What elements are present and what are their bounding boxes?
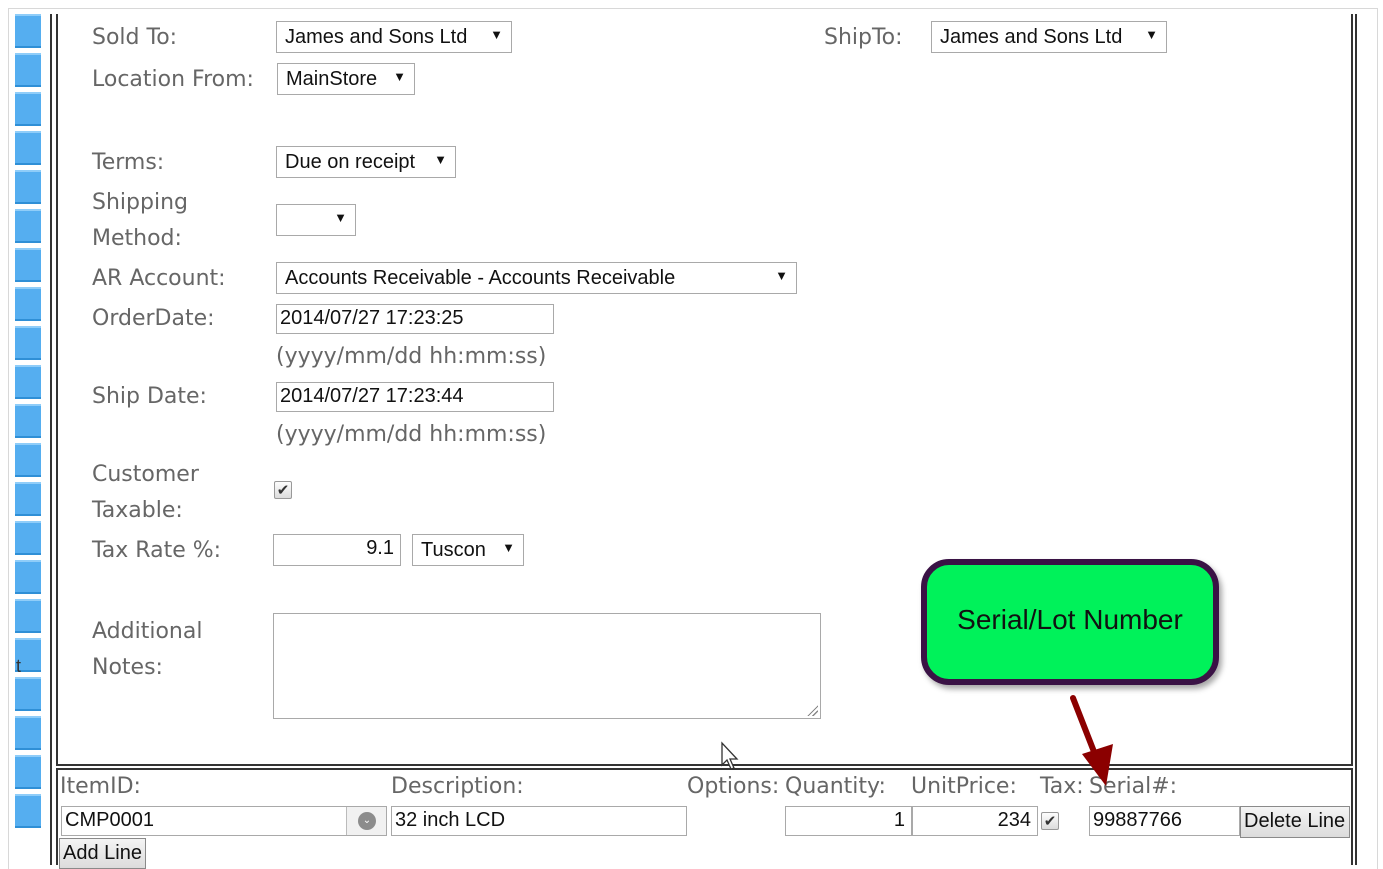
ship-date-format-hint: (yyyy/mm/dd hh:mm:ss) xyxy=(276,422,547,447)
menu-tab[interactable] xyxy=(15,170,41,204)
menu-tab[interactable] xyxy=(15,482,41,516)
menu-tab[interactable] xyxy=(15,755,41,789)
chevron-down-icon: ▼ xyxy=(502,540,515,555)
menu-tab[interactable] xyxy=(15,131,41,165)
menu-tab[interactable] xyxy=(15,794,41,828)
menu-tab[interactable] xyxy=(15,521,41,555)
resize-grip-icon[interactable] xyxy=(806,704,818,716)
menu-tab[interactable] xyxy=(15,209,41,243)
ar-account-value: Accounts Receivable - Accounts Receivabl… xyxy=(285,267,676,289)
chevron-down-icon: ▼ xyxy=(334,210,347,225)
customer-taxable-label-line2: Taxable: xyxy=(92,498,183,523)
menu-tab[interactable] xyxy=(15,599,41,633)
form-bottom-border xyxy=(56,764,1353,766)
quantity-input[interactable]: 1 xyxy=(785,806,912,836)
item-id-combobox[interactable]: CMP0001 ⌄ xyxy=(61,806,387,836)
delete-line-button[interactable]: Delete Line xyxy=(1240,806,1350,838)
menu-tab[interactable] xyxy=(15,14,41,48)
menu-tab[interactable] xyxy=(15,365,41,399)
additional-notes-textarea[interactable] xyxy=(273,613,821,719)
ship-to-label: ShipTo: xyxy=(824,25,903,50)
menu-tab[interactable] xyxy=(15,92,41,126)
item-id-dropdown-button[interactable]: ⌄ xyxy=(346,807,386,835)
tax-rate-input[interactable]: 9.1 xyxy=(273,534,401,566)
serial-lot-callout: Serial/Lot Number xyxy=(921,559,1219,685)
chevron-down-icon: ▼ xyxy=(775,268,788,283)
menu-tab[interactable] xyxy=(15,443,41,477)
unit-price-header: UnitPrice: xyxy=(911,774,1017,799)
frame-border-left-inner xyxy=(56,14,58,766)
screenshot-frame xyxy=(8,8,1378,869)
description-header: Description: xyxy=(391,774,524,799)
chevron-down-icon: ▼ xyxy=(393,69,406,84)
location-from-label: Location From: xyxy=(92,67,254,92)
customer-taxable-checkbox[interactable]: ✔ xyxy=(274,481,292,499)
menu-tab[interactable] xyxy=(15,287,41,321)
items-right-border xyxy=(1351,768,1353,865)
options-header: Options: xyxy=(687,774,780,799)
mouse-cursor-icon xyxy=(721,741,739,770)
unit-price-input[interactable]: 234 xyxy=(912,806,1038,836)
sold-to-select[interactable]: James and Sons Ltd ▼ xyxy=(276,21,512,53)
chevron-down-icon: ▼ xyxy=(490,27,503,42)
items-top-border xyxy=(56,768,1353,770)
tax-checkbox[interactable]: ✔ xyxy=(1041,812,1059,830)
frame-border-right-outer xyxy=(1355,14,1357,865)
menu-tab[interactable] xyxy=(15,560,41,594)
additional-notes-label-line2: Notes: xyxy=(92,655,163,680)
ship-date-label: Ship Date: xyxy=(92,384,207,409)
ship-to-select[interactable]: James and Sons Ltd ▼ xyxy=(931,21,1167,53)
menu-tab[interactable] xyxy=(15,248,41,282)
serial-input[interactable]: 99887766 xyxy=(1089,806,1240,836)
annotation-arrow-icon xyxy=(1070,695,1113,786)
ship-date-input[interactable]: 2014/07/27 17:23:44 xyxy=(276,382,554,412)
ship-to-value: James and Sons Ltd xyxy=(940,26,1123,48)
item-id-value: CMP0001 xyxy=(65,809,154,831)
description-input[interactable]: 32 inch LCD xyxy=(391,806,687,836)
chevron-down-icon: ▼ xyxy=(1145,27,1158,42)
frame-border-left-outer xyxy=(50,14,52,865)
menu-tab[interactable] xyxy=(15,404,41,438)
menu-tab[interactable] xyxy=(15,677,41,711)
menu-tab[interactable] xyxy=(15,326,41,360)
ar-account-label: AR Account: xyxy=(92,266,226,291)
order-date-format-hint: (yyyy/mm/dd hh:mm:ss) xyxy=(276,344,547,369)
tax-region-value: Tuscon xyxy=(421,539,486,561)
customer-taxable-label-line1: Customer xyxy=(92,462,199,487)
menu-tab[interactable] xyxy=(15,53,41,87)
shipping-method-label-line2: Method: xyxy=(92,226,182,251)
sold-to-label: Sold To: xyxy=(92,25,178,50)
quantity-header: Quantity: xyxy=(785,774,886,799)
shipping-method-label-line1: Shipping xyxy=(92,190,188,215)
location-from-select[interactable]: MainStore ▼ xyxy=(277,63,415,95)
items-left-border xyxy=(56,768,58,865)
order-date-label: OrderDate: xyxy=(92,306,215,331)
terms-value: Due on receipt xyxy=(285,151,416,173)
left-menu-strip xyxy=(15,14,41,844)
chevron-down-icon: ▼ xyxy=(434,152,447,167)
location-from-value: MainStore xyxy=(286,68,378,90)
tax-region-select[interactable]: Tuscon ▼ xyxy=(412,534,524,566)
frame-border-right-inner xyxy=(1351,14,1353,766)
terms-label: Terms: xyxy=(92,150,165,175)
item-id-header: ItemID: xyxy=(60,774,141,799)
ar-account-select[interactable]: Accounts Receivable - Accounts Receivabl… xyxy=(276,262,797,294)
sold-to-value: James and Sons Ltd xyxy=(285,26,468,48)
additional-notes-label-line1: Additional xyxy=(92,619,203,644)
tax-rate-label: Tax Rate %: xyxy=(92,538,222,563)
add-line-button[interactable]: Add Line xyxy=(59,838,146,869)
menu-strip-glyph: t xyxy=(16,656,22,676)
terms-select[interactable]: Due on receipt ▼ xyxy=(276,146,456,178)
menu-tab[interactable] xyxy=(15,716,41,750)
order-date-input[interactable]: 2014/07/27 17:23:25 xyxy=(276,304,554,334)
shipping-method-select[interactable]: ▼ xyxy=(276,204,356,236)
chevron-down-icon: ⌄ xyxy=(358,812,376,830)
